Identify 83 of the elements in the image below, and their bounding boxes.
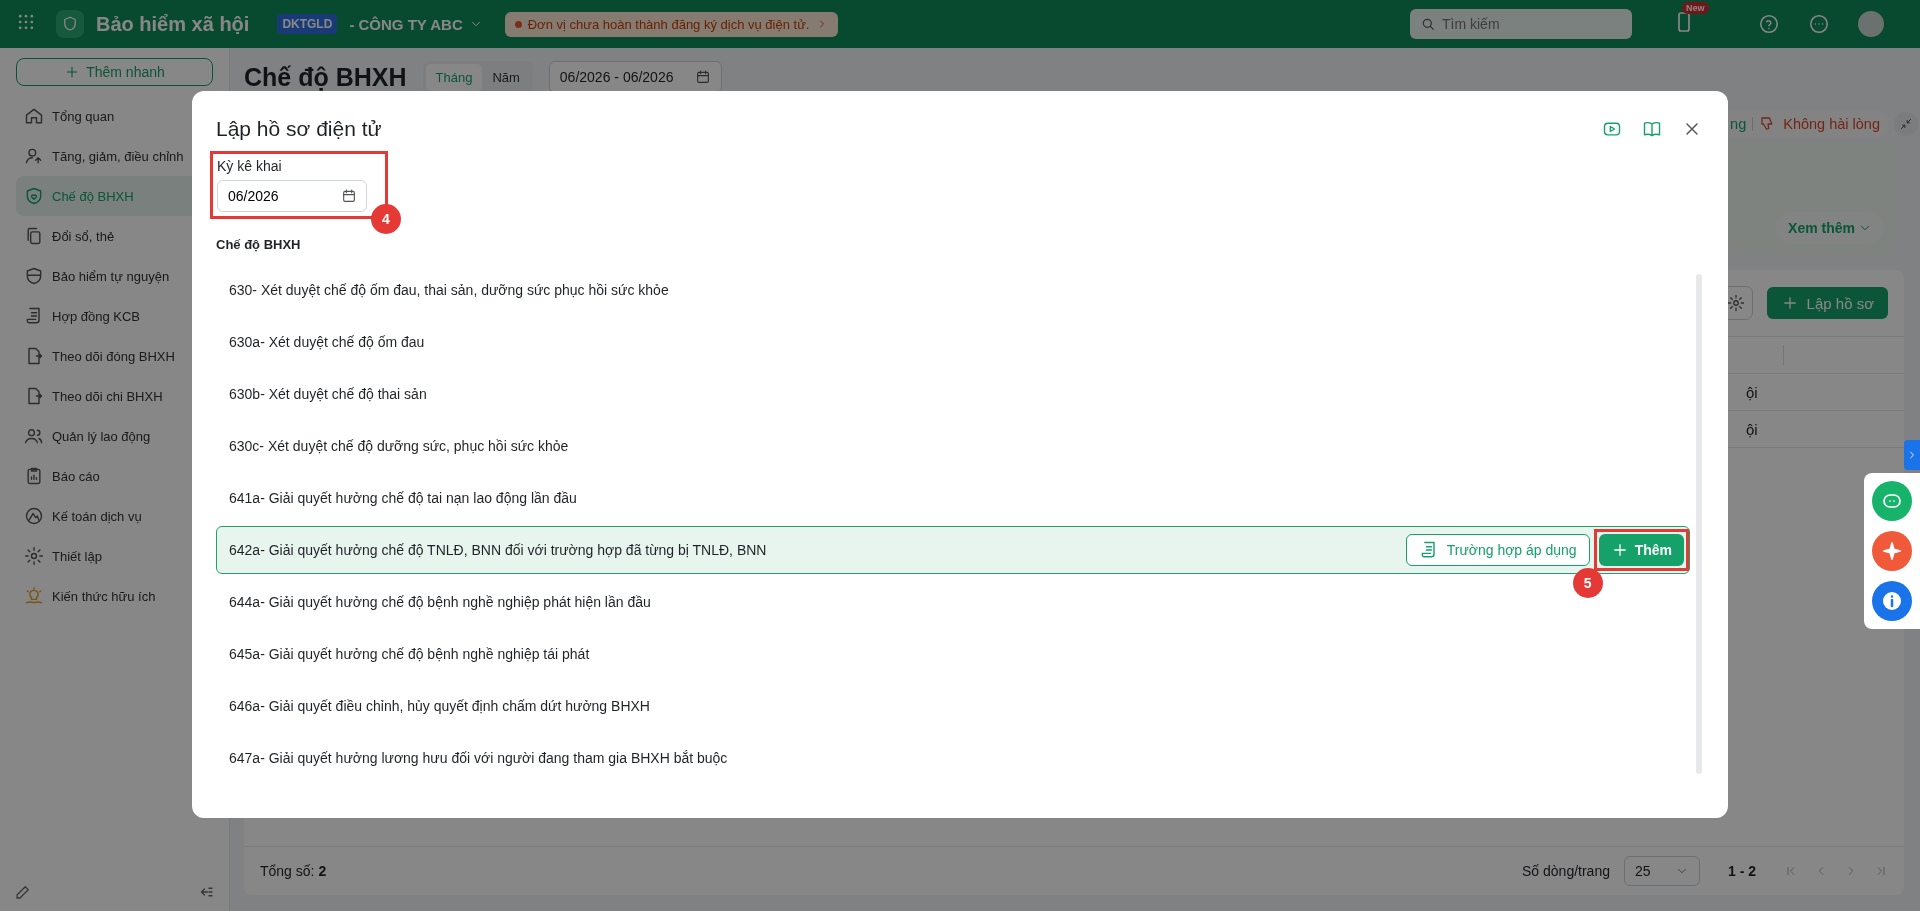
period-tab[interactable]: Tháng xyxy=(425,63,483,91)
rows-per-page-label: Số dòng/trang xyxy=(1522,863,1610,879)
avatar[interactable] xyxy=(1858,11,1884,37)
search-field[interactable]: Tìm kiếm xyxy=(1410,9,1632,39)
home-icon xyxy=(24,106,44,126)
minimize-button[interactable] xyxy=(1894,112,1918,136)
chat-button[interactable] xyxy=(1872,481,1912,521)
more-icon xyxy=(1808,13,1830,35)
field-label: Kỳ kê khai xyxy=(217,158,283,174)
page-range: 1 - 2 xyxy=(1728,863,1756,879)
expand-tab[interactable] xyxy=(1904,440,1920,470)
users-icon xyxy=(24,426,44,446)
list-item[interactable]: 630c- Xét duyệt chế độ dưỡng sức, phục hồi sức khỏe xyxy=(229,438,569,454)
app-title: Bảo hiểm xã hội xyxy=(96,12,250,36)
list-item[interactable]: 641a- Giải quyết hưởng chế độ tai nạn lao động lần đầu xyxy=(229,490,577,506)
period-field[interactable]: 06/2026 xyxy=(217,180,367,212)
guide-button[interactable] xyxy=(1642,119,1662,139)
quick-add-button[interactable]: Thêm nhanh xyxy=(16,58,213,86)
sidebar-item[interactable]: Kế toán dịch vụ xyxy=(16,496,213,536)
sidebar-item[interactable]: Kiến thức hữu ích xyxy=(16,576,213,616)
status-dot xyxy=(514,20,522,28)
sidebar-item[interactable]: Tổng quan xyxy=(16,96,213,136)
user-icon xyxy=(24,146,44,166)
lightbulb-icon xyxy=(24,586,44,606)
help-icon xyxy=(1758,13,1780,35)
sidebar-item[interactable]: Theo dõi chi BHXH xyxy=(16,376,213,416)
gear-icon xyxy=(24,546,44,566)
notice-banner[interactable]: Đơn vị chưa hoàn thành đăng ký dịch vụ điện tử. xyxy=(504,11,838,37)
section-label: Chế độ BHXH xyxy=(216,237,302,252)
copy-icon xyxy=(24,226,44,246)
book-icon xyxy=(1642,119,1662,139)
unit-code-tag: DKTGLD xyxy=(277,14,338,34)
calendar-icon xyxy=(695,69,712,85)
sidebar-item[interactable]: Hợp đồng KCB xyxy=(16,296,213,336)
mountain-icon xyxy=(24,506,44,526)
info-button[interactable] xyxy=(1872,581,1912,621)
date-range-field[interactable]: 06/2026 - 06/2026 xyxy=(548,61,723,93)
table-cell-text: ội xyxy=(1746,420,1759,438)
sidebar-item[interactable]: Thiết lập xyxy=(16,536,213,576)
period-tab[interactable]: Năm xyxy=(482,63,530,91)
company-selector[interactable]: - CÔNG TY ABC xyxy=(349,15,483,33)
list-item[interactable]: 630b- Xét duyệt chế độ thai sản xyxy=(229,386,427,402)
dialog-title: Lập hồ sơ điện tử xyxy=(216,117,382,141)
search-icon xyxy=(1420,16,1436,32)
info-icon xyxy=(1880,589,1904,613)
list-item[interactable]: 642a- Giải quyết hưởng chế độ TNLĐ, BNN đối với trường hợp đã từng bị TNLĐ, BNN xyxy=(229,542,767,558)
shield-icon xyxy=(24,266,44,286)
list-item[interactable]: 630- Xét duyệt chế độ ốm đau, thai sản, dưỡng sức phục hồi sức khỏe xyxy=(229,282,669,298)
page-title: Chế độ BHXH xyxy=(244,62,407,92)
total-count: Tổng số: 2 xyxy=(260,863,327,879)
list-item[interactable]: 646a- Giải quyết điều chỉnh, hủy quyết định chấm dứt hưởng BHXH xyxy=(229,698,650,714)
new-badge: New xyxy=(1682,2,1709,14)
rows-per-page-select[interactable]: 25 xyxy=(1624,856,1700,886)
sidebar-item[interactable]: Báo cáo xyxy=(16,456,213,496)
applicable-cases-button[interactable]: Trường hợp áp dụng xyxy=(1405,534,1590,566)
edit-icon xyxy=(14,883,32,901)
last-page-icon xyxy=(1874,864,1888,878)
ai-button[interactable] xyxy=(1872,531,1912,571)
minimize-icon xyxy=(1899,117,1913,131)
calendar-icon xyxy=(341,188,357,204)
list-item[interactable]: 645a- Giải quyết hưởng chế độ bệnh nghề nghiệp tái phát xyxy=(229,646,590,662)
feedback-option[interactable]: Không hài lòng xyxy=(1759,115,1880,133)
sidebar-item[interactable]: Theo dõi đóng BHXH xyxy=(16,336,213,376)
first-page-icon xyxy=(1784,864,1798,878)
list-item[interactable]: 647a- Giải quyết hưởng lương hưu đối với người đang tham gia BHXH bắt buộc xyxy=(229,750,728,766)
step-badge: 5 xyxy=(1572,568,1603,598)
shield-icon xyxy=(24,186,44,206)
table-cell-text: ội xyxy=(1746,383,1759,401)
video-button[interactable] xyxy=(1602,119,1622,139)
settings-icon xyxy=(1726,294,1745,312)
step-badge: 4 xyxy=(371,204,401,234)
sparkle-icon xyxy=(1881,540,1903,562)
list-item[interactable]: 644a- Giải quyết hưởng chế độ bệnh nghề nghiệp phát hiện lần đầu xyxy=(229,594,651,610)
apps-grid-icon xyxy=(16,12,36,32)
list-item[interactable]: 630a- Xét duyệt chế độ ốm đau xyxy=(229,334,425,350)
add-button[interactable]: Thêm xyxy=(1598,534,1684,566)
sidebar-item[interactable]: Quản lý lao động xyxy=(16,416,213,456)
sidebar-item[interactable]: Đổi sổ, thẻ xyxy=(16,216,213,256)
sidebar-item[interactable]: Bảo hiểm tự nguyện xyxy=(16,256,213,296)
play-icon xyxy=(1602,119,1622,139)
shield-icon xyxy=(61,15,79,33)
sidebar-item[interactable]: Tăng, giảm, điều chỉnh xyxy=(16,136,213,176)
clipboard-icon xyxy=(24,466,44,486)
